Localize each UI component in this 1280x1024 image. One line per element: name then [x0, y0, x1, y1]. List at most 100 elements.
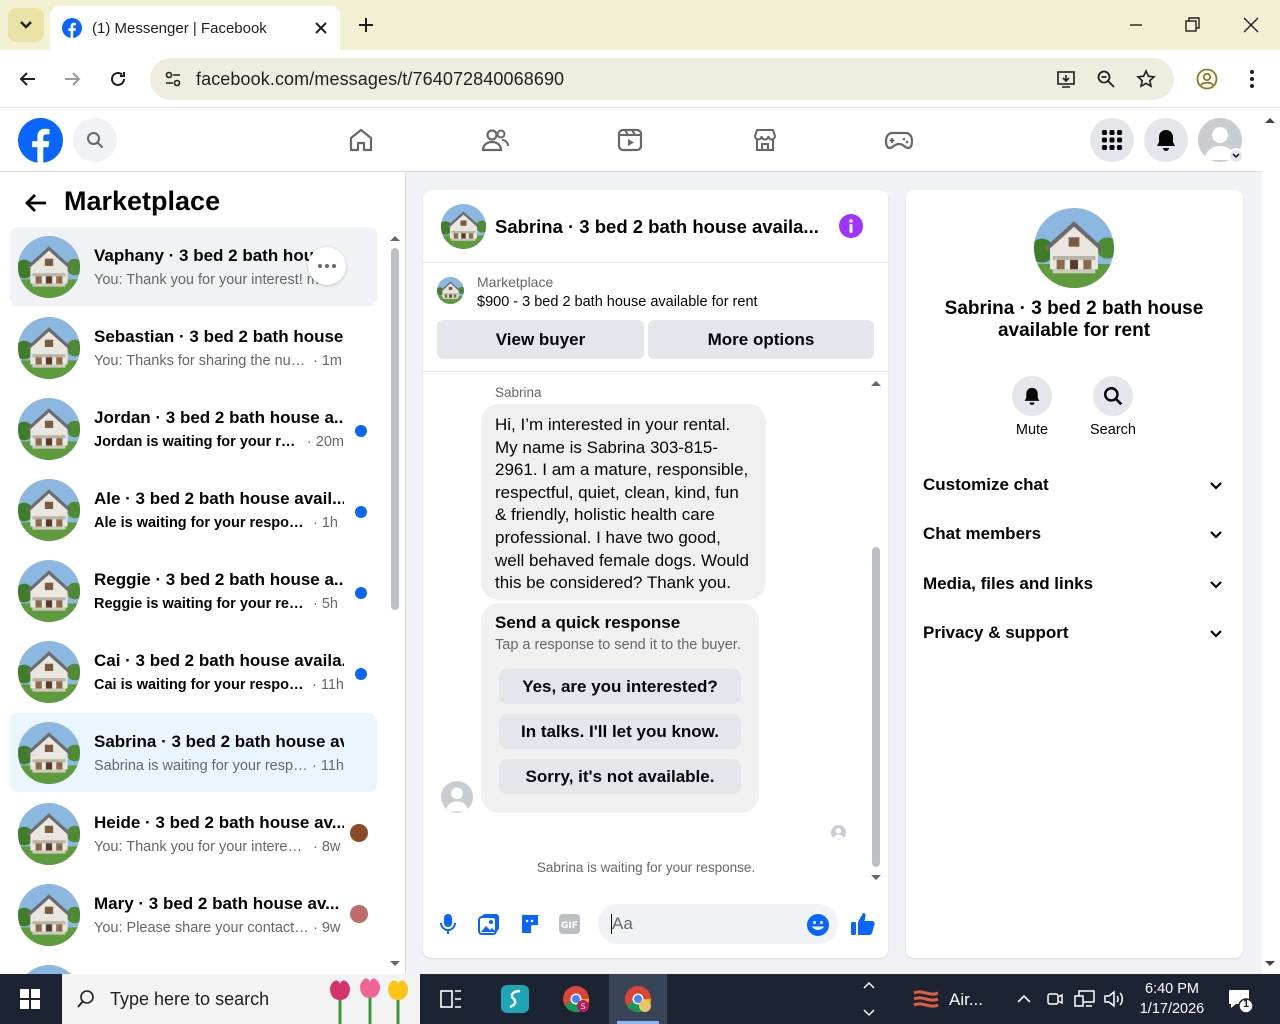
conversation-item[interactable]: Heide · 3 bed 2 bath house av... You: Tha…: [10, 794, 377, 873]
facebook-logo-icon[interactable]: [18, 118, 63, 163]
notification-center-button[interactable]: 1: [1227, 987, 1253, 1013]
sender-avatar[interactable]: [441, 781, 473, 813]
account-menu-toggle[interactable]: [1228, 148, 1244, 164]
conversation-item[interactable]: Cai · 3 bed 2 bath house availa... Cai is…: [10, 632, 377, 711]
conversation-item[interactable]: Mary · 3 bed 2 bath house av... You: Plea…: [10, 875, 377, 954]
chat-header-title[interactable]: Sabrina · 3 bed 2 bath house availa...: [495, 216, 819, 238]
sidebar-scrollbar-thumb[interactable]: [391, 248, 399, 610]
more-options-button[interactable]: More options: [648, 320, 874, 359]
forward-button[interactable]: [54, 61, 90, 97]
sidebar-scroll-down-icon[interactable]: [389, 960, 401, 968]
install-app-icon[interactable]: [1056, 69, 1076, 89]
sidebar-scroll-up-icon[interactable]: [389, 234, 401, 242]
conversation-avatar: [18, 235, 80, 298]
privacy-support-section[interactable]: Privacy & support: [923, 622, 1223, 644]
taskbar-app-sketch[interactable]: [501, 985, 529, 1013]
conversation-item[interactable]: Sabrina · 3 bed 2 bath house av... Sabrin…: [10, 713, 377, 792]
zoom-icon[interactable]: [1096, 69, 1116, 89]
chat-scroll-up-icon[interactable]: [870, 379, 882, 387]
conversation-item[interactable]: Jordan · 3 bed 2 bath house a... Jordan i…: [10, 389, 377, 468]
show-hidden-icons-icon[interactable]: [1016, 992, 1032, 1004]
weather-text[interactable]: Air...: [949, 990, 983, 1010]
nav-friends[interactable]: [477, 122, 513, 158]
meet-now-icon[interactable]: [1046, 989, 1064, 1009]
quick-reply-not-available[interactable]: Sorry, it's not available.: [499, 759, 741, 794]
photo-icon[interactable]: [478, 913, 500, 935]
chat-header-avatar[interactable]: [441, 204, 486, 249]
arrow-right-icon: [65, 72, 81, 86]
listing-title[interactable]: $900 - 3 bed 2 bath house available for …: [477, 294, 758, 310]
conversation-item[interactable]: Reggie · 3 bed 2 bath house a... Reggie i…: [10, 551, 377, 630]
address-bar[interactable]: facebook.com/messages/t/764072840068690: [150, 58, 1174, 100]
windows-start-icon[interactable]: [20, 989, 40, 1009]
taskbar-clock[interactable]: 6:40 PM 1/17/2026: [1132, 979, 1212, 1019]
taskbar-scroll-down-icon[interactable]: [862, 1008, 876, 1018]
notifications-button[interactable]: [1144, 118, 1188, 162]
conversation-item-partial[interactable]: [10, 956, 377, 974]
site-info-icon[interactable]: [164, 70, 182, 88]
volume-icon[interactable]: [1103, 989, 1125, 1009]
conversation-item[interactable]: Ale · 3 bed 2 bath house avail... Ale is …: [10, 470, 377, 549]
taskbar-chrome-profile-s[interactable]: S: [562, 985, 590, 1013]
conversation-time: · 9w: [313, 919, 341, 936]
mute-button[interactable]: [1012, 376, 1052, 416]
nav-home[interactable]: [343, 122, 379, 158]
close-window-icon[interactable]: [1242, 16, 1260, 34]
chat-scrollbar-thumb[interactable]: [872, 547, 880, 867]
message-bubble[interactable]: Hi, I’m interested in your rental. My na…: [481, 404, 766, 600]
nav-marketplace[interactable]: [747, 122, 783, 158]
taskbar-scroll-up-icon[interactable]: [862, 980, 876, 990]
nav-watch[interactable]: [612, 122, 648, 158]
browser-menu-icon[interactable]: [1244, 68, 1260, 90]
bookmark-star-icon[interactable]: [1136, 69, 1156, 89]
conversation-item[interactable]: Vaphany · 3 bed 2 bath hous You: Thank yo…: [10, 227, 377, 306]
close-tab-icon[interactable]: [314, 21, 328, 35]
conversation-item[interactable]: Sebastian · 3 bed 2 bath house ... You: T…: [10, 308, 377, 387]
house-thumbnail-icon: [18, 478, 80, 541]
conversation-name: Reggie · 3 bed 2 bath house a...: [94, 569, 344, 589]
nav-gaming[interactable]: [881, 122, 917, 158]
chat-members-section[interactable]: Chat members: [923, 523, 1223, 545]
restore-icon[interactable]: [1184, 16, 1202, 34]
reload-button[interactable]: [100, 61, 136, 97]
back-arrow-icon[interactable]: [24, 192, 48, 214]
tab-search-button[interactable]: [8, 8, 44, 42]
conversation-more-button[interactable]: [308, 247, 346, 285]
quick-reply-yes[interactable]: Yes, are you interested?: [499, 669, 741, 704]
quick-reply-in-talks[interactable]: In talks. I'll let you know.: [499, 714, 741, 749]
conversation-preview-row: Ale is waiting for your response. · 1h: [94, 515, 344, 531]
view-buyer-button[interactable]: View buyer: [437, 320, 644, 359]
customize-chat-section[interactable]: Customize chat: [923, 474, 1223, 496]
chat-info-button[interactable]: [839, 214, 863, 238]
conversation-time: · 5h: [313, 595, 338, 612]
microphone-icon[interactable]: [440, 913, 456, 935]
page-scroll-down-icon[interactable]: [1264, 960, 1276, 968]
air-quality-icon[interactable]: [912, 985, 940, 1013]
new-tab-icon[interactable]: [357, 16, 375, 34]
conversation-preview: Jordan is waiting for your res...: [94, 433, 303, 450]
conversation-avatar: [18, 721, 80, 784]
info-avatar[interactable]: [1034, 208, 1114, 288]
facebook-search-button[interactable]: [73, 118, 117, 162]
minimize-icon[interactable]: [1128, 17, 1144, 33]
conversation-name: Sabrina · 3 bed 2 bath house av...: [94, 731, 344, 751]
thumbs-up-icon[interactable]: [850, 911, 876, 937]
gif-icon[interactable]: GIF: [558, 913, 581, 935]
media-files-links-section[interactable]: Media, files and links: [923, 573, 1223, 595]
message-input[interactable]: Aa: [598, 904, 838, 944]
browser-tab[interactable]: (1) Messenger | Facebook: [50, 6, 340, 50]
task-view-icon[interactable]: [440, 988, 462, 1010]
profile-icon[interactable]: [1196, 68, 1218, 90]
conversation-name: Jordan · 3 bed 2 bath house a...: [94, 407, 344, 427]
back-button[interactable]: [10, 61, 46, 97]
conversation-preview: You: Thank you for your interest...: [94, 838, 309, 855]
taskbar-chrome-active[interactable]: [609, 974, 667, 1024]
chat-scroll-down-icon[interactable]: [870, 874, 882, 882]
sticker-icon[interactable]: [519, 913, 541, 935]
page-scroll-up-icon[interactable]: [1264, 116, 1276, 124]
bell-icon: [1157, 130, 1175, 151]
menu-button[interactable]: [1090, 118, 1134, 162]
emoji-icon[interactable]: [806, 913, 830, 937]
search-in-conversation-button[interactable]: [1093, 376, 1133, 416]
network-icon[interactable]: [1074, 989, 1096, 1009]
